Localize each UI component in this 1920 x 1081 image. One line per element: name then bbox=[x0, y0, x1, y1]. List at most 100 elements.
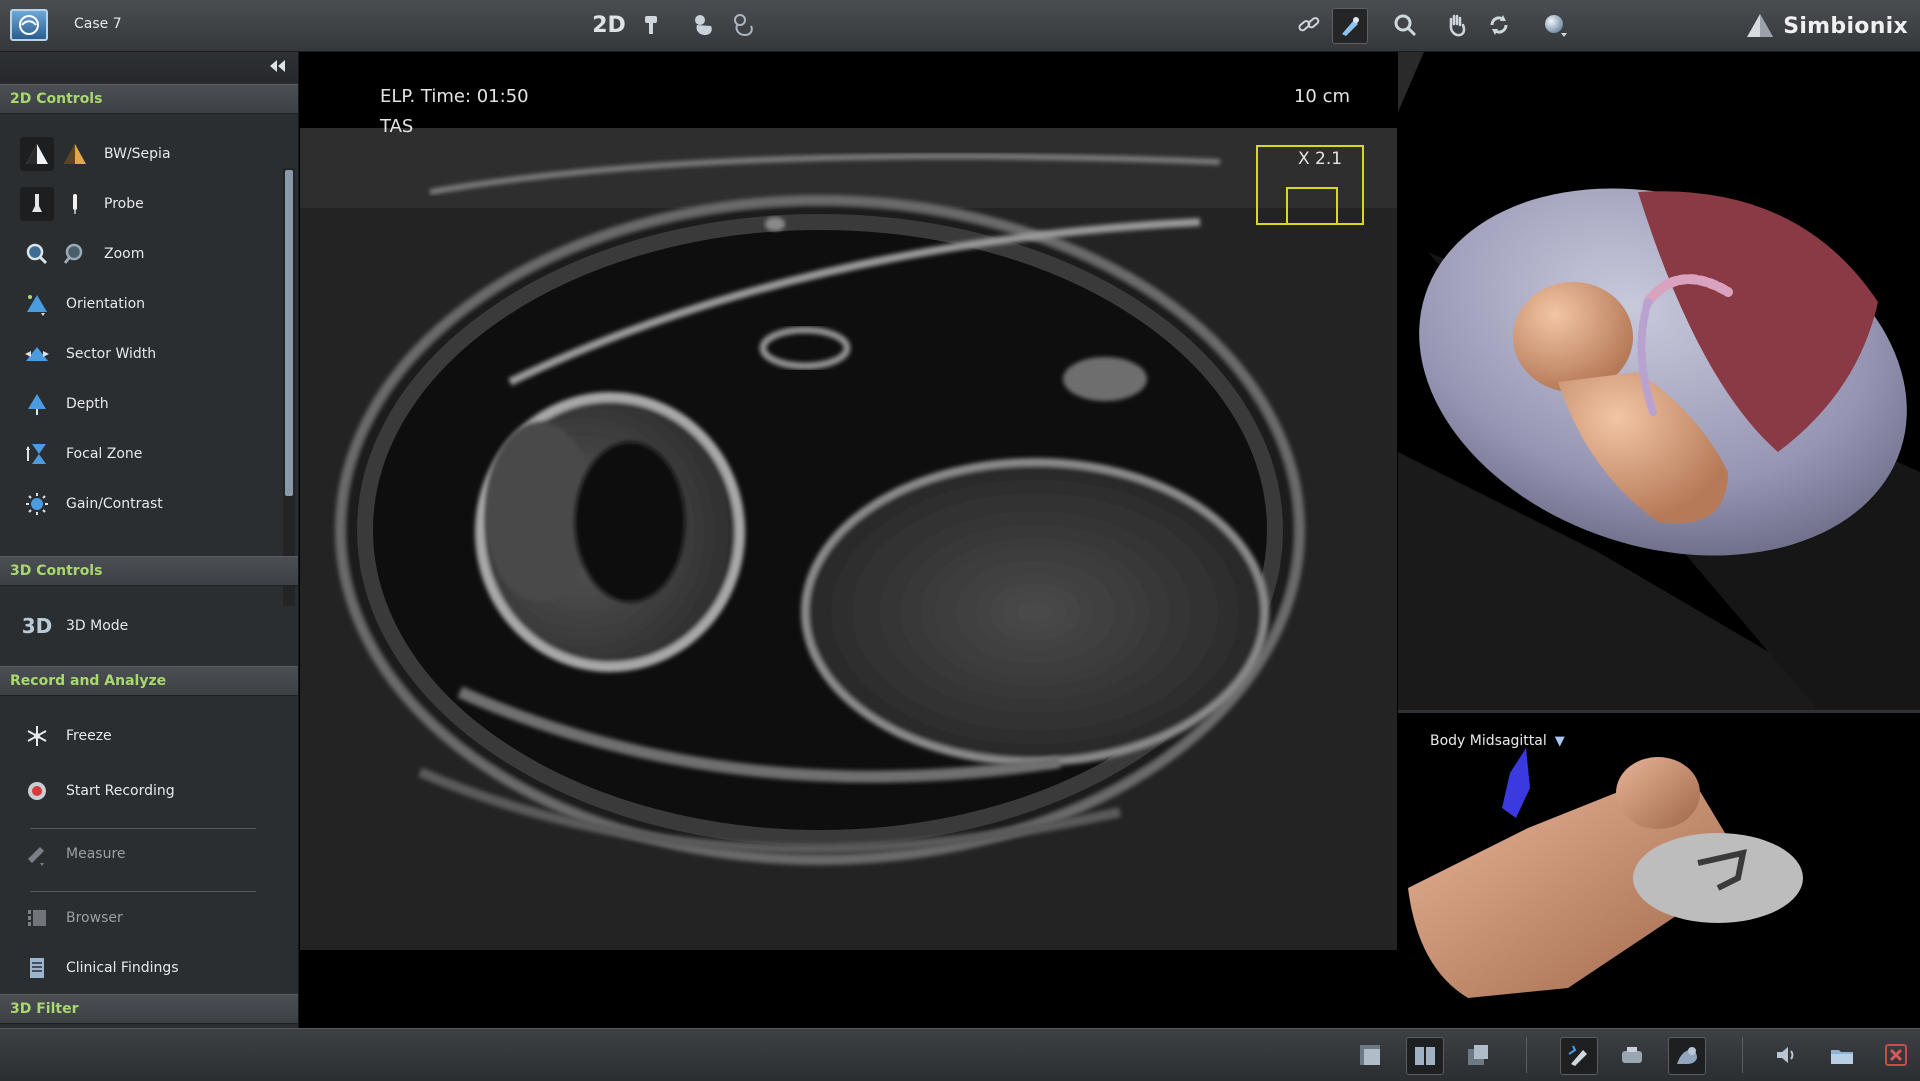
zoom-factor: X 2.1 bbox=[1298, 149, 1343, 169]
3d-glyph: 3D bbox=[21, 614, 53, 638]
rotate-button[interactable] bbox=[1482, 8, 1516, 42]
zoom-overview-box[interactable]: X 2.1 bbox=[1256, 145, 1364, 225]
single-view-icon bbox=[1360, 1045, 1380, 1065]
probe-icon bbox=[58, 187, 92, 221]
scan-mode-label: TAS bbox=[380, 116, 414, 137]
record-icon bbox=[20, 774, 54, 808]
sidebar-item-bw-sepia[interactable]: BW/Sepia bbox=[20, 134, 260, 174]
rotate-icon bbox=[1490, 15, 1508, 35]
link-button[interactable] bbox=[1292, 8, 1326, 42]
section-title: Record and Analyze bbox=[10, 673, 167, 689]
camera-mode-icon bbox=[1622, 1047, 1642, 1063]
fetus-3d-model bbox=[1398, 52, 1920, 710]
toolbar-separator bbox=[1742, 1037, 1743, 1073]
sidebar-divider bbox=[30, 891, 256, 892]
fetus-outline-button[interactable] bbox=[726, 8, 760, 42]
collapse-sidebar-button[interactable] bbox=[268, 58, 290, 76]
sidebar-divider bbox=[30, 828, 256, 829]
section-header-record-analyze[interactable]: Record and Analyze bbox=[0, 666, 298, 696]
double-chevron-left-icon bbox=[270, 60, 285, 72]
section-title: 3D Filter bbox=[10, 1001, 79, 1017]
sidebar-item-label: Freeze bbox=[66, 728, 112, 744]
sidebar-item-label: Gain/Contrast bbox=[66, 496, 163, 512]
globe-logo-icon bbox=[19, 15, 39, 35]
sidebar-item-label: Sector Width bbox=[66, 346, 157, 362]
depth-readout: 10 cm bbox=[1293, 86, 1350, 107]
probe-curved-icon bbox=[20, 187, 54, 221]
probe-marker-button[interactable] bbox=[634, 8, 668, 42]
sidebar-item-measure[interactable]: Measure bbox=[20, 834, 280, 874]
sidebar-item-start-recording[interactable]: Start Recording bbox=[20, 771, 280, 811]
sidebar-item-gain-contrast[interactable]: Gain/Contrast bbox=[20, 484, 280, 524]
sidebar-item-orientation[interactable]: Orientation bbox=[20, 284, 280, 324]
probe-mode-button[interactable] bbox=[1560, 1037, 1598, 1075]
orientation-icon bbox=[20, 287, 54, 321]
close-icon bbox=[1885, 1044, 1907, 1066]
sidebar-item-label: Depth bbox=[66, 396, 109, 412]
sidebar-item-3d-mode[interactable]: 3D 3D Mode bbox=[20, 606, 280, 646]
sidebar-item-clinical-findings[interactable]: Clinical Findings bbox=[20, 948, 280, 988]
zoom-icon bbox=[20, 237, 54, 271]
sidebar-item-label: Probe bbox=[104, 196, 144, 212]
sidebar-scrollbar-thumb[interactable] bbox=[285, 170, 293, 496]
section-title: 3D Controls bbox=[10, 563, 103, 579]
section-header-3d-filter[interactable]: 3D Filter bbox=[0, 994, 298, 1024]
body-orientation-view[interactable]: Body Midsagittal ▼ bbox=[1398, 713, 1920, 1028]
probe-tool-button[interactable] bbox=[1332, 8, 1368, 44]
brand-logo-icon bbox=[1747, 14, 1774, 37]
brand-name: Simbionix bbox=[1783, 13, 1908, 39]
layout-split-button[interactable] bbox=[1406, 1037, 1444, 1075]
sphere-view-button[interactable] bbox=[1538, 8, 1572, 42]
sidebar-item-label: Orientation bbox=[66, 296, 146, 312]
sidebar-item-probe[interactable]: Probe bbox=[20, 184, 260, 224]
zoom-region-indicator[interactable] bbox=[1286, 187, 1338, 225]
sidebar-item-depth[interactable]: Depth bbox=[20, 384, 280, 424]
case-title: Case 7 bbox=[74, 16, 122, 32]
section-title: 2D Controls bbox=[10, 91, 103, 107]
hand-icon bbox=[1449, 14, 1466, 37]
camera-mode-button[interactable] bbox=[1614, 1037, 1650, 1073]
exit-button[interactable] bbox=[1878, 1037, 1914, 1073]
open-folder-button[interactable] bbox=[1824, 1037, 1860, 1073]
sepia-icon bbox=[58, 137, 92, 171]
mode-2d-button[interactable]: 2D bbox=[592, 8, 626, 42]
gain-contrast-icon bbox=[20, 487, 54, 521]
link-icon bbox=[1298, 17, 1320, 32]
sound-button[interactable] bbox=[1768, 1037, 1804, 1073]
layout-overlay-button[interactable] bbox=[1460, 1037, 1496, 1073]
freeze-icon bbox=[20, 719, 54, 753]
sidebar-collapse-row bbox=[0, 52, 298, 83]
sidebar-item-label: BW/Sepia bbox=[104, 146, 171, 162]
brand: Simbionix bbox=[1743, 9, 1908, 43]
probe-mode-icon bbox=[1568, 1045, 1587, 1066]
app-logo[interactable] bbox=[10, 9, 48, 41]
toolbar-separator bbox=[1526, 1037, 1527, 1073]
sidebar-item-browser[interactable]: Browser bbox=[20, 898, 280, 938]
probe-tool-icon bbox=[1342, 17, 1359, 36]
fetus-view-button[interactable] bbox=[686, 8, 720, 42]
section-header-3d-controls[interactable]: 3D Controls bbox=[0, 556, 298, 586]
virtual-patient-icon bbox=[1677, 1047, 1697, 1064]
sidebar-item-sector-width[interactable]: Sector Width bbox=[20, 334, 280, 374]
measure-icon bbox=[20, 837, 54, 871]
pan-button[interactable] bbox=[1440, 8, 1474, 42]
speaker-icon bbox=[1777, 1047, 1794, 1063]
sidebar-item-label: Focal Zone bbox=[66, 446, 143, 462]
section-header-2d-controls[interactable]: 2D Controls bbox=[0, 84, 298, 114]
sidebar-item-zoom[interactable]: Zoom bbox=[20, 234, 260, 274]
layout-single-button[interactable] bbox=[1352, 1037, 1388, 1073]
probe-pin-icon bbox=[645, 16, 657, 34]
top-toolbar: Case 7 2D Simbionix bbox=[0, 0, 1920, 52]
sphere-icon bbox=[1545, 15, 1567, 37]
sidebar-item-label: Zoom bbox=[104, 246, 145, 262]
sidebar: 2D Controls BW/Sepia Probe Zoom Orientat… bbox=[0, 52, 299, 1028]
3d-anatomy-view[interactable] bbox=[1398, 52, 1920, 710]
sidebar-item-focal-zone[interactable]: Focal Zone bbox=[20, 434, 280, 474]
magnify-button[interactable] bbox=[1388, 8, 1422, 42]
sidebar-item-label: Clinical Findings bbox=[66, 960, 179, 976]
sidebar-item-freeze[interactable]: Freeze bbox=[20, 716, 280, 756]
virtual-patient-button[interactable] bbox=[1668, 1037, 1706, 1075]
ultrasound-view[interactable]: ELP. Time: 01:50 TAS 10 cm X 2.1 bbox=[300, 52, 1397, 1028]
folder-icon bbox=[1831, 1050, 1853, 1064]
split-view-icon bbox=[1415, 1047, 1435, 1065]
